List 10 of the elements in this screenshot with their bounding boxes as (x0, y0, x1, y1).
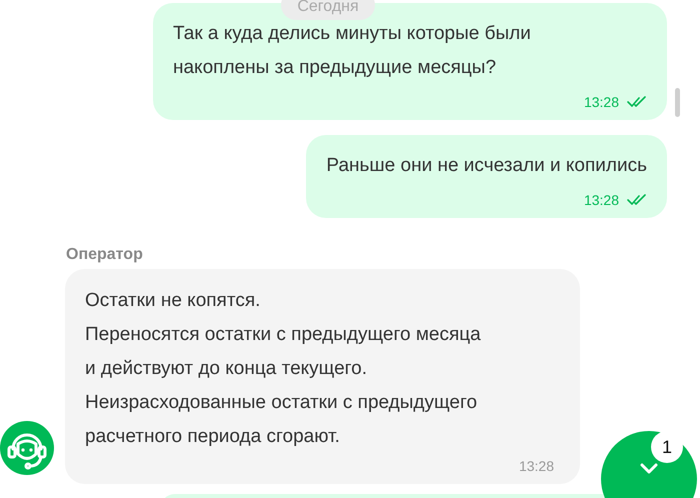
date-label: Сегодня (281, 0, 375, 20)
message-time: 13:28 (584, 192, 619, 208)
message-time: 13:28 (518, 458, 554, 474)
message-text: Раньше они не исчезали и копились (326, 154, 647, 178)
sender-name: Оператор (66, 245, 144, 265)
message-text: Остатки не копятся. Переносятся остатки с предыдущего месяца и действуют до конца текущего. Неизрасходованные остатки с предыдущего расчетного периода сгорают. (85, 289, 482, 449)
message-time: 13:28 (584, 94, 619, 110)
chevron-down-icon (639, 463, 659, 475)
scrollbar-thumb[interactable] (675, 88, 680, 117)
message-text: Так а куда делись минуты которые были накоплены за предыдущие месяцы? (173, 22, 532, 80)
